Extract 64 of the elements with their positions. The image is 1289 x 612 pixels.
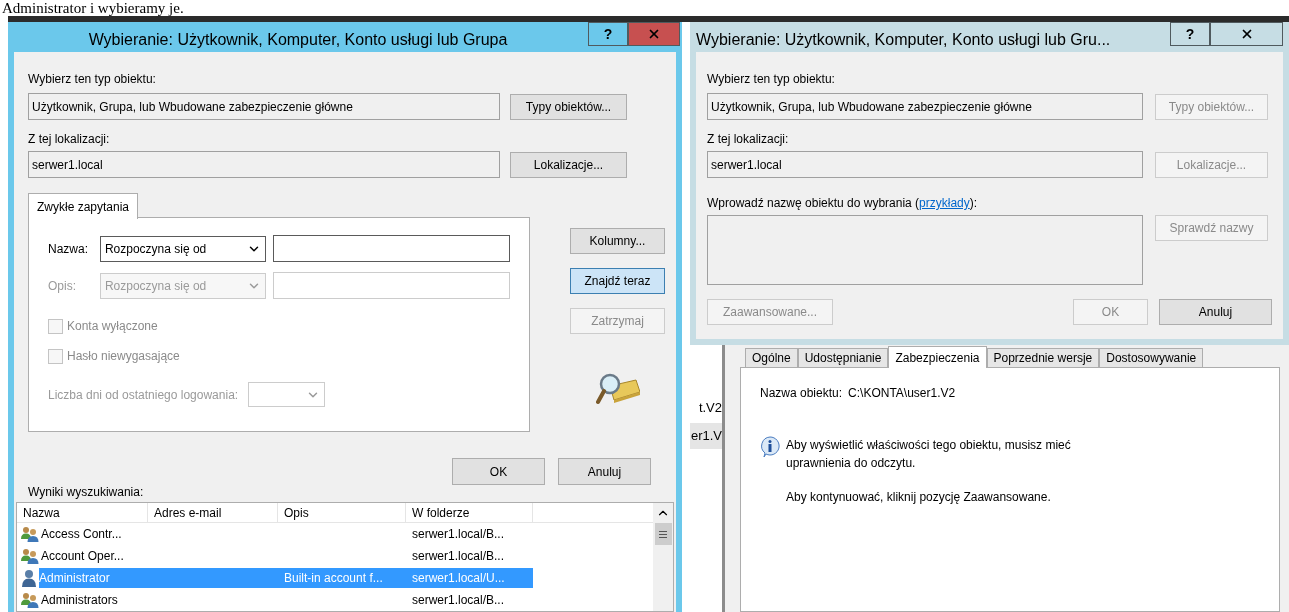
list-item[interactable]: t.V2 [690,395,722,421]
close-button[interactable] [1210,22,1283,46]
scroll-thumb[interactable] [654,523,672,545]
locations-button[interactable]: Lokalizacje... [510,151,627,178]
help-button[interactable]: ? [588,22,628,46]
search-icon [596,372,640,406]
table-cell[interactable]: Account Oper... [41,546,148,566]
page-text: Administrator i wybieramy je. [1,0,185,16]
info-message: Aby kontynuować, kliknij pozycję Zaawansowane. [786,489,1052,506]
table-cell[interactable]: Administrators [41,590,148,610]
scrollbar[interactable] [653,503,673,611]
column-header[interactable]: W folderze [406,503,533,522]
object-types-button[interactable]: Typy obiektów... [510,93,627,120]
tab[interactable]: Zabezpieczenia [888,346,987,368]
tab[interactable]: Ogólne [745,348,798,367]
user-icon [21,569,37,587]
column-header[interactable]: Opis [278,503,406,522]
field-label: Wybierz ten typ obiektu: [28,72,157,87]
table-cell[interactable]: Access Contr... [41,524,148,544]
action-button[interactable]: Znajdź teraz [570,268,665,294]
dialog-button[interactable]: Anuluj [558,458,651,485]
close-icon [647,27,661,41]
field-label: Nazwa: [48,240,89,258]
close-button[interactable] [628,22,680,46]
user-group-icon [21,548,39,564]
user-group-icon [21,526,39,542]
object-type-field[interactable]: Użytkownik, Grupa, lub Wbudowane zabezpieczenie główne [707,93,1143,120]
window-title: Wybieranie: Użytkownik, Komputer, Konto usługi lub Gru... [695,30,1112,50]
field-label: Wybierz ten typ obiektu: [707,72,836,87]
window-title: Wybieranie: Użytkownik, Komputer, Konto usługi lub Grupa [87,30,509,50]
location-field[interactable]: serwer1.local [707,151,1143,178]
object-name-value: C:\KONTA\user1.V2 [848,385,956,402]
table-cell: Built-in account f... [278,568,406,588]
table-cell: serwer1.local/U... [406,568,533,588]
field-label: Wprowadź nazwę obiektu do wybrania (przykłady): [707,196,979,211]
checkbox-label: Konta wyłączone [67,318,158,335]
table-cell-text: serwer1.local/B... [411,592,506,609]
column-header[interactable]: Adres e-mail [148,503,278,522]
field-label: Z tej lokalizacji: [707,132,790,147]
field-label: Liczba dni od ostatniego logowania: [48,386,239,404]
tab[interactable]: Poprzednie wersje [986,348,1100,367]
tab[interactable]: Udostępnianie [797,348,889,367]
list-item[interactable]: er1.V [690,423,722,449]
object-type-field[interactable]: Użytkownik, Grupa, lub Wbudowane zabezpieczenie główne [28,93,500,120]
results-label: Wyniki wyszukiwania: [28,485,145,500]
tab[interactable]: Dostosowywanie [1099,348,1204,367]
user-group-icon [21,592,39,608]
location-field[interactable]: serwer1.local [28,151,500,178]
operator-dropdown[interactable]: Rozpoczyna się od [99,235,266,262]
tab[interactable]: Zwykłe zapytania [28,193,139,219]
info-message: Aby wyświetlić właściwości tego obiektu, musisz mieć uprawnienia do odczytu. [786,437,1072,472]
table-cell-text: serwer1.local/B... [411,526,506,543]
info-icon [760,436,780,458]
help-button[interactable]: ? [1170,22,1210,46]
checkbox-label: Hasło niewygasające [67,348,180,365]
field-label: Opis: [48,277,77,295]
table-cell-text: serwer1.local/B... [411,548,506,565]
search-text-field[interactable] [272,235,510,262]
object-name-label: Nazwa obiektu: [760,385,843,402]
field-label: Z tej lokalizacji: [28,132,111,147]
dialog-button[interactable]: Anuluj [1159,299,1272,325]
action-button[interactable]: Kolumny... [570,228,665,254]
dialog-button[interactable]: OK [452,458,545,485]
column-header[interactable]: Nazwa [17,503,148,522]
